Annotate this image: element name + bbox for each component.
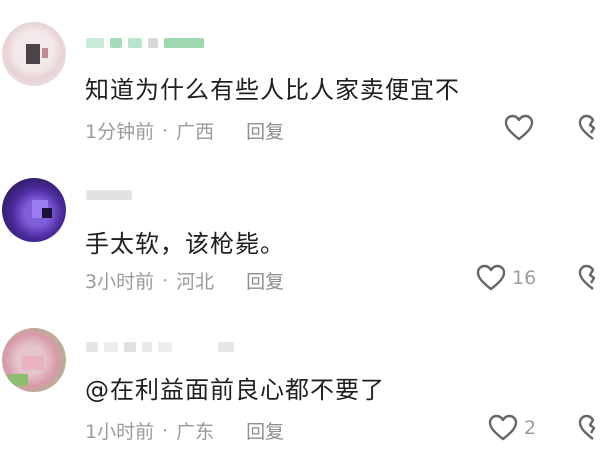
comment-item: @在利益面前良心都不要了 1小时前 · 广东 回复 2 (0, 300, 601, 450)
comment-text: 手太软，该枪毙。 (85, 230, 285, 258)
comment-text: 知道为什么有些人比人家卖便宜不 (85, 76, 460, 104)
dislike-button[interactable] (578, 414, 601, 446)
dislike-button[interactable] (578, 114, 601, 146)
comment-time: 1小时前 (85, 421, 155, 443)
comment-time: 1分钟前 (85, 121, 155, 143)
like-button[interactable] (504, 114, 540, 142)
comment-location: 广东 (176, 421, 215, 443)
comment-item: 知道为什么有些人比人家卖便宜不 1分钟前 · 广西 回复 (0, 0, 601, 150)
heart-broken-outline-icon (578, 264, 596, 290)
meta-separator: · (162, 269, 169, 292)
heart-outline-icon (504, 114, 534, 141)
comment-item: 手太软，该枪毙。 3小时前 · 河北 回复 16 (0, 150, 601, 300)
like-count: 2 (524, 417, 537, 439)
comment-location: 广西 (176, 121, 215, 143)
username-obscured[interactable] (86, 340, 234, 354)
meta-separator: · (162, 119, 169, 142)
comment-meta: 1小时前 · 广东 回复 (85, 417, 284, 444)
like-count: 16 (512, 267, 537, 289)
like-button[interactable]: 16 (476, 264, 536, 292)
comment-meta: 1分钟前 · 广西 回复 (85, 117, 284, 144)
heart-outline-icon (488, 414, 518, 441)
username-obscured[interactable] (86, 188, 132, 202)
avatar[interactable] (2, 22, 66, 86)
comment-time: 3小时前 (85, 271, 155, 293)
heart-broken-outline-icon (578, 114, 596, 140)
comment-text: @在利益面前良心都不要了 (85, 376, 385, 404)
avatar[interactable] (2, 178, 66, 242)
reply-button[interactable]: 回复 (246, 267, 284, 294)
heart-broken-outline-icon (578, 414, 596, 440)
like-button[interactable]: 2 (488, 414, 536, 442)
heart-outline-icon (476, 264, 506, 291)
reply-button[interactable]: 回复 (246, 117, 284, 144)
reply-button[interactable]: 回复 (246, 417, 284, 444)
comment-location: 河北 (176, 271, 215, 293)
comment-meta: 3小时前 · 河北 回复 (85, 267, 284, 294)
username-obscured[interactable] (86, 36, 204, 50)
avatar[interactable] (2, 328, 66, 392)
dislike-button[interactable] (578, 264, 601, 296)
meta-separator: · (162, 419, 169, 442)
